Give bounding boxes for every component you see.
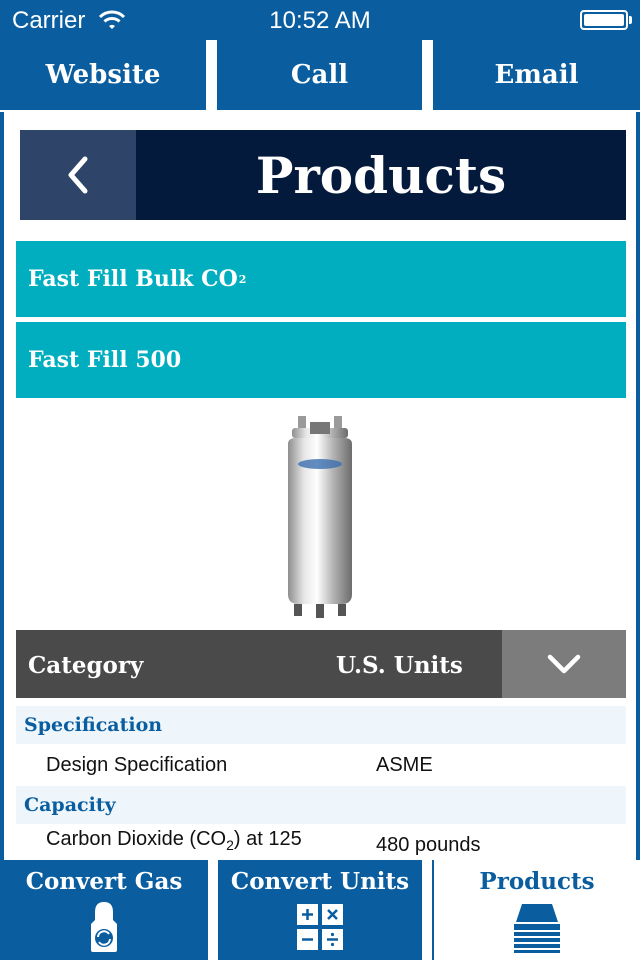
- tab-bar: Convert Gas Convert Units Products: [0, 860, 640, 960]
- page-title: Products: [255, 145, 507, 205]
- spec-row-design: Design Specification ASME: [16, 746, 626, 786]
- top-actions: Website Call Email: [0, 40, 640, 112]
- product-category-row[interactable]: Fast Fill Bulk CO 2: [16, 241, 626, 317]
- chevron-down-icon: [547, 654, 581, 674]
- spec-value: ASME: [376, 754, 433, 776]
- tab-label: Convert Gas: [25, 868, 183, 895]
- website-button[interactable]: Website: [0, 40, 206, 110]
- category-header: Category U.S. Units: [16, 630, 626, 698]
- tab-products[interactable]: Products: [432, 860, 640, 960]
- units-label: U.S. Units: [336, 652, 463, 679]
- cylinder-image: [288, 416, 352, 618]
- email-button[interactable]: Email: [433, 40, 640, 110]
- status-time: 10:52 AM: [269, 7, 371, 34]
- chevron-left-icon: [68, 156, 88, 194]
- spec-row-co2: Carbon Dioxide (CO2) at 125 480 pounds: [16, 824, 626, 864]
- back-button[interactable]: [20, 130, 136, 220]
- spec-key: Design Specification: [46, 754, 228, 776]
- category-label: Category: [28, 652, 144, 679]
- products-stack-icon: [514, 904, 560, 953]
- call-button[interactable]: Call: [217, 40, 422, 110]
- product-category-label: Fast Fill Bulk CO: [28, 266, 238, 292]
- tab-label: Convert Units: [230, 868, 410, 895]
- calculator-icon: [297, 904, 343, 950]
- product-model-label: Fast Fill 500: [28, 347, 182, 373]
- page-header: Products: [20, 130, 626, 220]
- status-bar: Carrier 10:52 AM: [0, 0, 640, 40]
- battery-icon: [580, 10, 632, 30]
- units-dropdown-button[interactable]: [502, 630, 626, 698]
- tab-convert-gas[interactable]: Convert Gas: [0, 860, 208, 960]
- tab-convert-units[interactable]: Convert Units: [218, 860, 422, 960]
- gas-cylinder-icon: [91, 902, 117, 952]
- specification-heading: Specification: [16, 706, 626, 744]
- co2-subscript: 2: [238, 272, 247, 286]
- spec-key-subscript: 2: [226, 837, 234, 853]
- product-model-row[interactable]: Fast Fill 500: [16, 322, 626, 398]
- tab-label: Products: [479, 868, 595, 895]
- spec-key-prefix: Carbon Dioxide (CO: [46, 828, 227, 850]
- spec-value: 480 pounds: [376, 834, 481, 856]
- spec-key-suffix: ) at 125: [233, 828, 302, 850]
- spec-key: Carbon Dioxide (CO2) at 125: [46, 828, 302, 853]
- capacity-heading: Capacity: [16, 786, 626, 824]
